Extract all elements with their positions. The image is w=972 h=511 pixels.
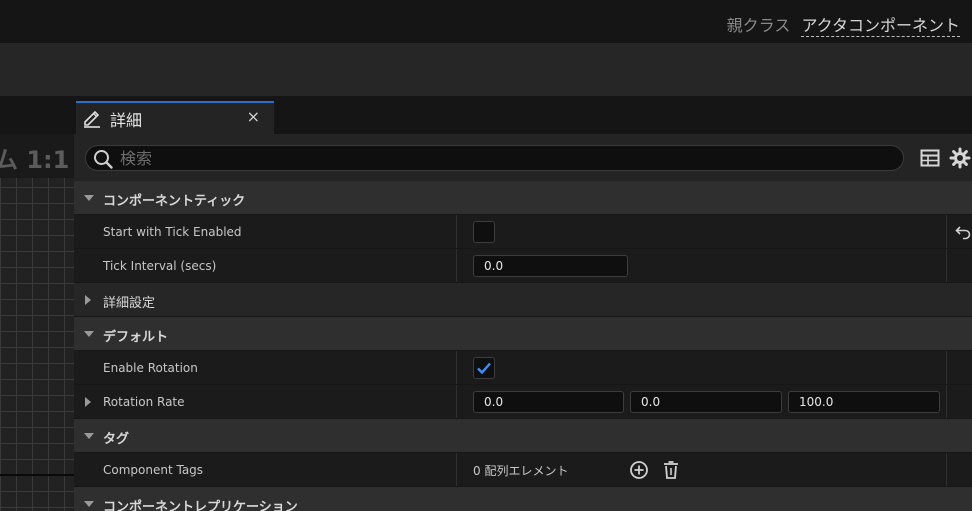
checkmark-icon	[477, 362, 491, 375]
property-label: Enable Rotation	[103, 361, 198, 375]
property-row-component-tags: Component Tags 0 配列エレメント	[74, 453, 972, 487]
top-bar: 親クラス アクタコンポーネント	[0, 0, 972, 43]
column-divider	[946, 249, 947, 282]
column-divider	[946, 215, 947, 248]
parent-class-link[interactable]: アクタコンポーネント	[801, 16, 960, 37]
expand-arrow-icon[interactable]	[85, 295, 91, 305]
collapse-arrow-icon[interactable]	[84, 433, 94, 439]
category-tags[interactable]: タグ	[74, 419, 972, 453]
column-divider	[946, 351, 947, 384]
enable-rotation-checkbox[interactable]	[473, 357, 495, 379]
category-default[interactable]: デフォルト	[74, 317, 972, 351]
start-with-tick-checkbox[interactable]	[473, 221, 495, 243]
viewport-divider	[0, 474, 74, 476]
collapse-arrow-icon[interactable]	[84, 195, 94, 201]
search-icon	[94, 150, 113, 169]
search-row	[74, 134, 972, 181]
category-label: タグ	[103, 432, 130, 447]
details-panel: コンポーネントティック Start with Tick Enabled Tick…	[74, 134, 972, 511]
rotation-rate-z-field[interactable]: 100.0	[788, 391, 940, 413]
toolbar	[0, 43, 972, 96]
column-divider	[456, 385, 457, 418]
viewport-scale-label: ム 1:1	[0, 146, 70, 174]
rotation-rate-y-field[interactable]: 0.0	[630, 391, 782, 413]
property-row-rotation-rate: Rotation Rate 0.0 0.0 100.0	[74, 385, 972, 419]
column-divider	[456, 351, 457, 384]
property-label: Rotation Rate	[103, 395, 185, 409]
parent-class-info: 親クラス アクタコンポーネント	[726, 12, 960, 37]
tab-title: 詳細	[110, 111, 143, 130]
category-component-tick[interactable]: コンポーネントティック	[74, 181, 972, 215]
search-input[interactable]	[120, 147, 890, 169]
search-box[interactable]	[85, 145, 904, 171]
gear-icon[interactable]	[949, 147, 971, 169]
property-label: Component Tags	[103, 463, 204, 477]
viewport-grid[interactable]: ム 1:1	[0, 134, 74, 511]
category-label: デフォルト	[103, 330, 169, 345]
array-element-count: 0 配列エレメント	[473, 464, 569, 478]
property-row-start-with-tick: Start with Tick Enabled	[74, 215, 972, 249]
column-divider	[456, 249, 457, 282]
column-divider	[456, 453, 457, 486]
parent-class-label: 親クラス	[726, 16, 791, 35]
collapse-arrow-icon[interactable]	[84, 501, 94, 507]
property-label: Start with Tick Enabled	[103, 225, 242, 239]
details-pencil-icon	[84, 110, 100, 128]
tick-interval-field[interactable]: 0.0	[473, 255, 628, 277]
rotation-rate-x-field[interactable]: 0.0	[473, 391, 624, 413]
column-divider	[946, 453, 947, 486]
table-view-icon[interactable]	[920, 148, 940, 168]
reset-to-default-icon[interactable]	[955, 224, 971, 240]
category-advanced[interactable]: 詳細設定	[74, 283, 972, 317]
property-row-enable-rotation: Enable Rotation	[74, 351, 972, 385]
category-label: コンポーネントレプリケーション	[103, 500, 298, 511]
category-label: コンポーネントティック	[103, 194, 246, 209]
trash-icon[interactable]	[660, 459, 682, 481]
tab-details[interactable]: 詳細 ×	[76, 101, 274, 134]
column-divider	[456, 215, 457, 248]
expand-arrow-icon[interactable]	[85, 397, 91, 407]
category-label: 詳細設定	[103, 296, 156, 311]
category-component-replication[interactable]: コンポーネントレプリケーション	[74, 487, 972, 511]
close-icon[interactable]: ×	[247, 107, 260, 126]
add-element-icon[interactable]	[628, 459, 650, 481]
collapse-arrow-icon[interactable]	[84, 331, 94, 337]
property-label: Tick Interval (secs)	[103, 259, 217, 273]
property-row-tick-interval: Tick Interval (secs) 0.0	[74, 249, 972, 283]
column-divider	[946, 385, 947, 418]
